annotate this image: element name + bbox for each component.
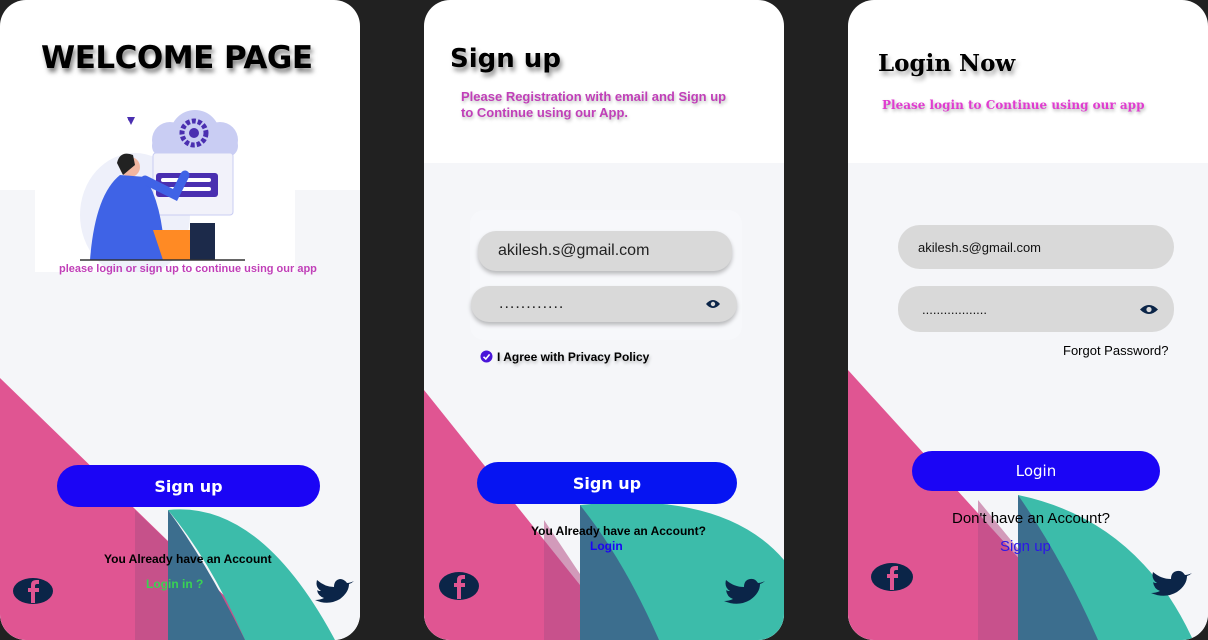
password-value: ..................: [922, 301, 988, 317]
login-button[interactable]: Login: [912, 451, 1160, 491]
twitter-icon[interactable]: [723, 576, 767, 606]
password-field[interactable]: ............: [471, 286, 737, 322]
twitter-icon[interactable]: [1150, 568, 1194, 598]
welcome-subtitle: please login or sign up to continue usin…: [59, 263, 317, 275]
signup-button[interactable]: Sign up: [57, 465, 320, 507]
login-screen: Login Now Please login to Continue using…: [848, 0, 1208, 640]
account-text: You Already have an Account?: [531, 524, 706, 538]
page-title: Login Now: [878, 50, 1016, 77]
subtitle-line2: to Continue using our App.: [461, 105, 629, 120]
password-value: ............: [499, 295, 565, 312]
facebook-icon[interactable]: [12, 576, 54, 606]
email-value: akilesh.s@gmail.com: [498, 242, 650, 259]
welcome-illustration: [35, 95, 295, 272]
password-field[interactable]: ..................: [898, 286, 1174, 332]
email-value: akilesh.s@gmail.com: [918, 239, 1042, 255]
email-field[interactable]: akilesh.s@gmail.com: [898, 225, 1174, 269]
signup-screen: Sign up Please Registration with email a…: [424, 0, 784, 640]
no-account-text: Don't have an Account?: [952, 510, 1110, 527]
signup-button[interactable]: Sign up: [477, 462, 737, 504]
email-field[interactable]: akilesh.s@gmail.com: [478, 231, 732, 271]
eye-icon[interactable]: [1139, 303, 1159, 316]
forgot-password-link[interactable]: Forgot Password?: [1063, 343, 1169, 358]
subtitle-line1: Please Registration with email and Sign …: [461, 89, 727, 104]
eye-icon[interactable]: [705, 298, 721, 310]
signup-link[interactable]: Sign up: [1000, 538, 1051, 555]
check-icon[interactable]: [480, 350, 493, 363]
facebook-icon[interactable]: [438, 571, 480, 601]
login-link[interactable]: Login in ?: [146, 577, 203, 591]
twitter-icon[interactable]: [314, 576, 356, 606]
facebook-icon[interactable]: [870, 562, 914, 592]
account-text: You Already have an Account: [104, 552, 272, 566]
page-title: WELCOME PAGE: [41, 40, 313, 76]
login-subtitle: Please login to Continue using our app: [882, 98, 1145, 112]
login-link[interactable]: Login: [590, 539, 623, 553]
page-title: Sign up: [450, 44, 561, 74]
agree-label[interactable]: I Agree with Privacy Policy: [497, 350, 649, 364]
welcome-screen: WELCOME PAGE please login or sign up to …: [0, 0, 360, 640]
